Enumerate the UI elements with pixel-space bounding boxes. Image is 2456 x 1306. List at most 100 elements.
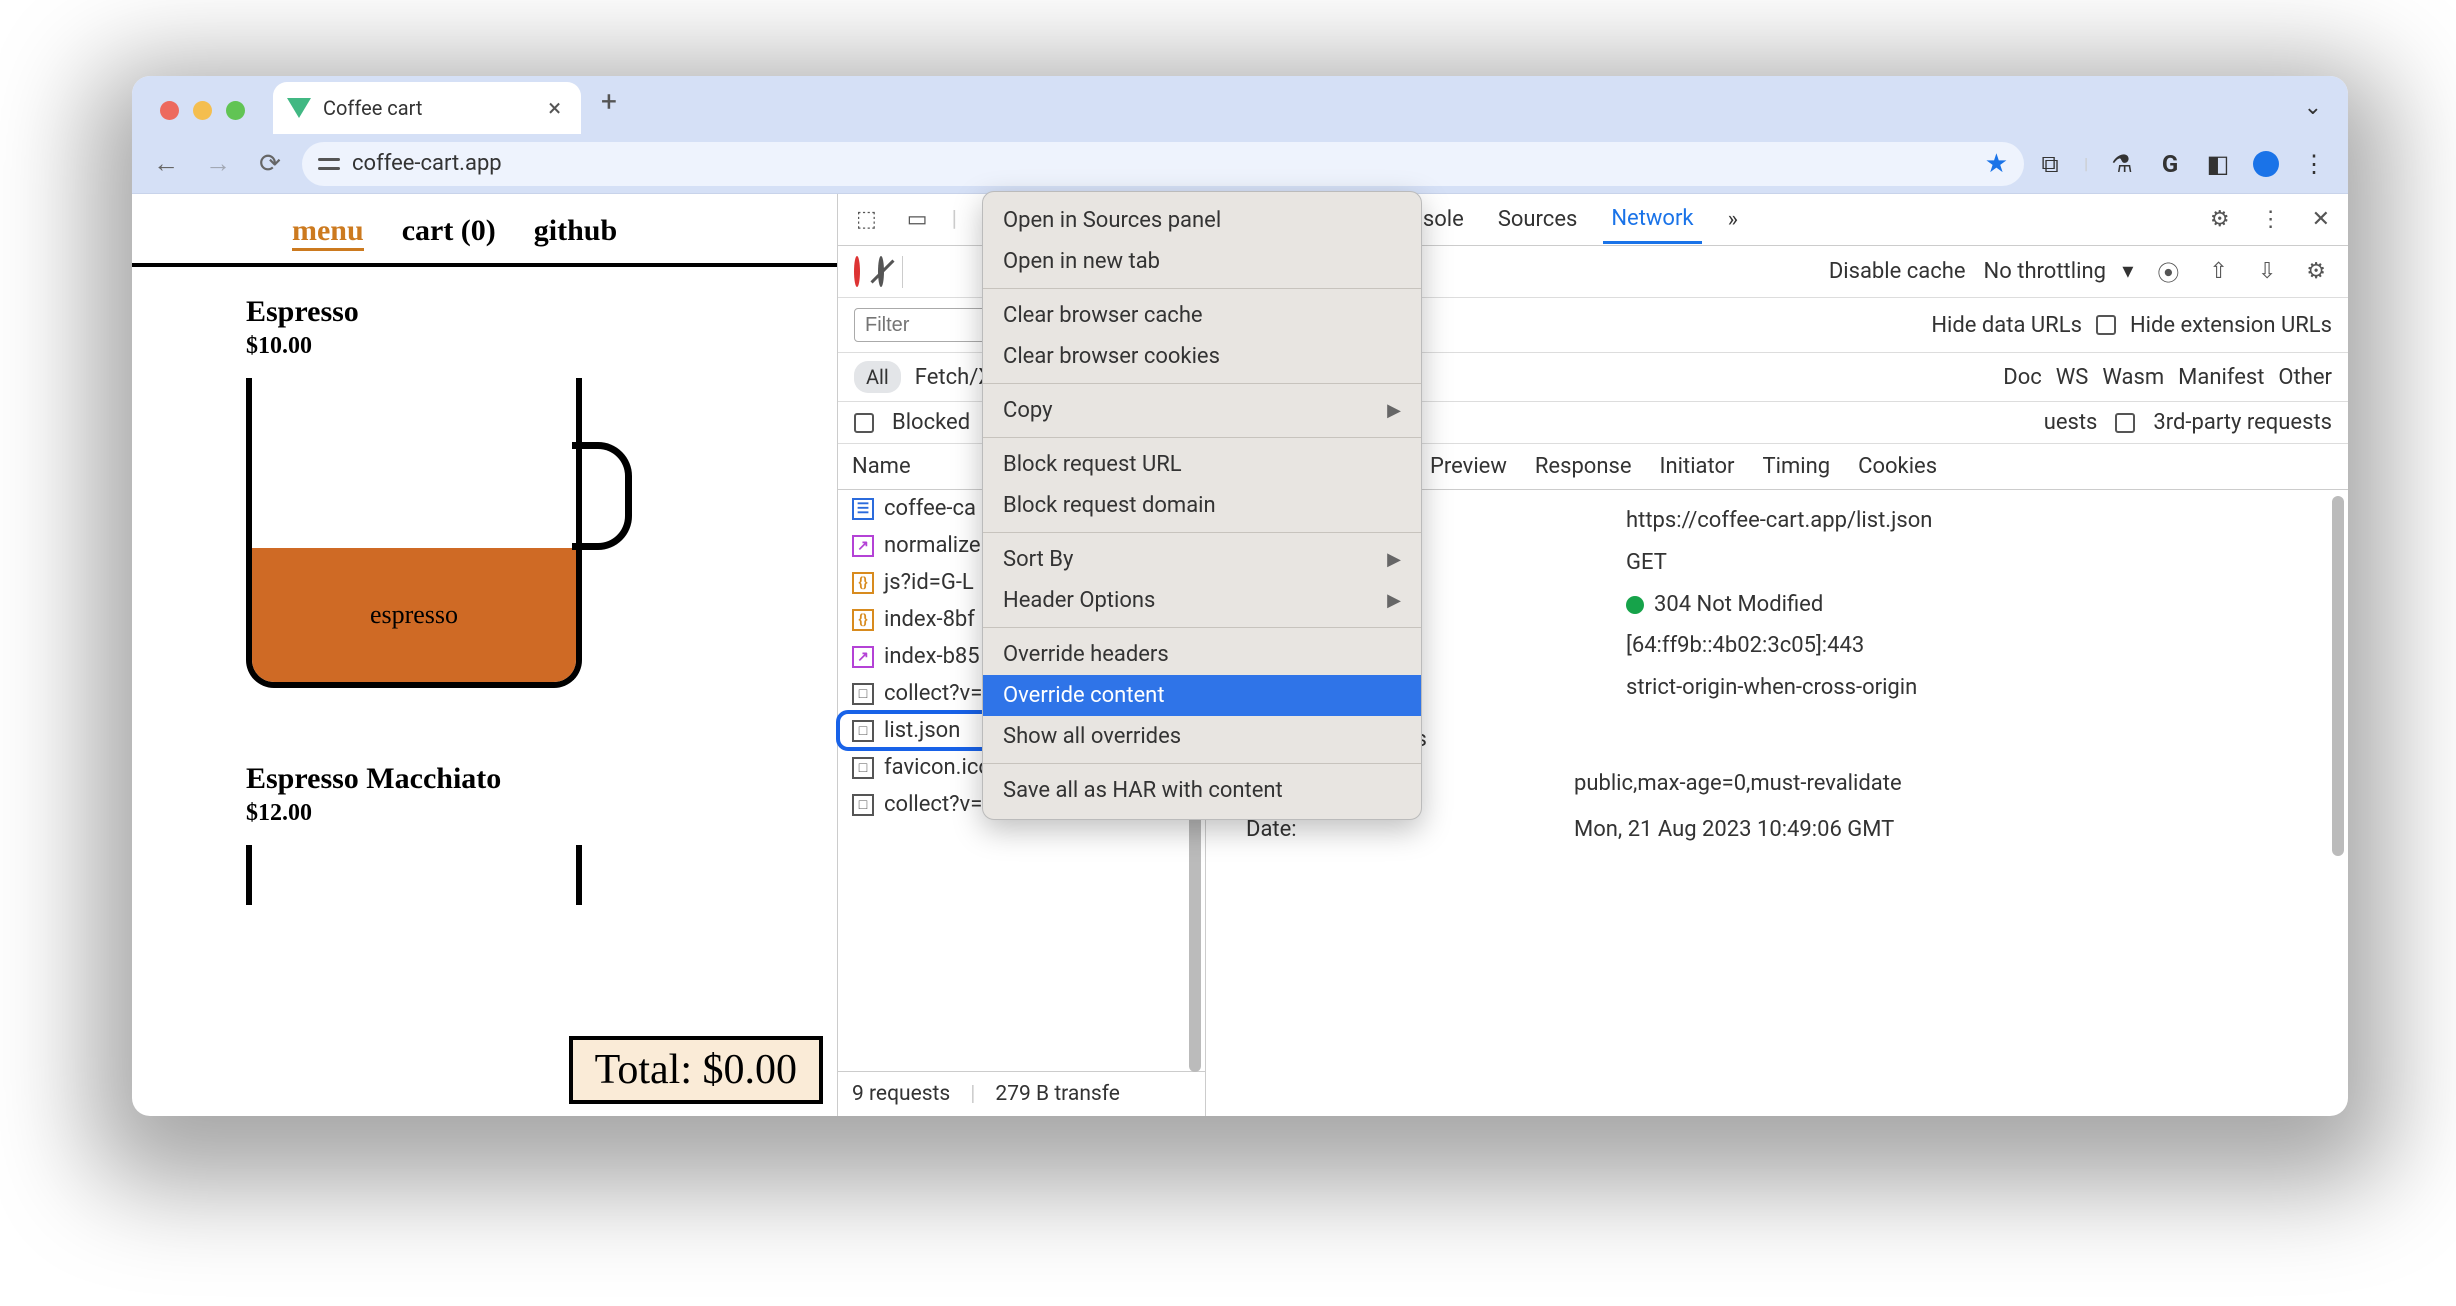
ctx-open-sources[interactable]: Open in Sources panel xyxy=(983,200,1421,241)
ctx-override-headers[interactable]: Override headers xyxy=(983,634,1421,675)
third-party-label[interactable]: 3rd-party requests xyxy=(2153,410,2332,435)
ctx-clear-cookies[interactable]: Clear browser cookies xyxy=(983,336,1421,377)
cart-total[interactable]: Total: $0.00 xyxy=(569,1036,823,1104)
browser-tab[interactable]: Coffee cart × xyxy=(273,82,581,134)
filter-fetch[interactable]: Fetch/X xyxy=(915,365,992,390)
tab-title: Coffee cart xyxy=(323,96,422,120)
reload-button[interactable]: ⟳ xyxy=(250,144,290,184)
devtools-settings-icon[interactable]: ⚙ xyxy=(2204,203,2236,236)
filter-ws[interactable]: WS xyxy=(2056,365,2089,390)
filter-doc[interactable]: Doc xyxy=(2003,365,2042,390)
tab-timing[interactable]: Timing xyxy=(1763,454,1831,479)
chevron-down-icon: ⌄ xyxy=(2304,95,2322,120)
ctx-sort-by-submenu[interactable]: Sort By▶ xyxy=(983,539,1421,580)
url-field[interactable]: coffee-cart.app ★ xyxy=(302,142,2024,186)
general-url: https://coffee-cart.app/list.json xyxy=(1626,500,2328,542)
product-name: Espresso Macchiato xyxy=(246,762,837,796)
third-party-checkbox[interactable] xyxy=(2115,413,2135,433)
bookmark-star-icon[interactable]: ★ xyxy=(1985,149,2008,179)
window-controls xyxy=(132,101,273,134)
disable-cache-label[interactable]: Disable cache xyxy=(1829,259,1966,284)
site-settings-icon[interactable] xyxy=(318,153,340,175)
ctx-block-url[interactable]: Block request URL xyxy=(983,444,1421,485)
ctx-header-options-submenu[interactable]: Header Options▶ xyxy=(983,580,1421,621)
webpage: menu cart (0) github Espresso $10.00 esp… xyxy=(132,194,838,1116)
tab-initiator[interactable]: Initiator xyxy=(1660,454,1735,479)
ctx-clear-cache[interactable]: Clear browser cache xyxy=(983,295,1421,336)
tabbar-overflow[interactable]: ⌄ xyxy=(2278,95,2348,134)
script-icon: {} xyxy=(852,572,874,594)
record-button[interactable] xyxy=(854,259,860,284)
summary-requests: 9 requests xyxy=(852,1082,950,1106)
general-status: 304 Not Modified xyxy=(1654,592,1823,617)
experiments-icon[interactable]: ⚗ xyxy=(2108,150,2136,178)
nav-menu[interactable]: menu xyxy=(292,214,364,251)
import-har-icon[interactable]: ⇧ xyxy=(2203,255,2233,288)
ctx-block-domain[interactable]: Block request domain xyxy=(983,485,1421,526)
nav-cart[interactable]: cart (0) xyxy=(402,214,496,251)
filter-other[interactable]: Other xyxy=(2278,365,2332,390)
product-price: $10.00 xyxy=(246,333,837,360)
tab-preview[interactable]: Preview xyxy=(1430,454,1507,479)
coffee-cup-graphic[interactable]: espresso xyxy=(246,378,628,706)
stylesheet-icon: ↗ xyxy=(852,535,874,557)
product-price: $12.00 xyxy=(246,800,837,827)
export-har-icon[interactable]: ⇩ xyxy=(2252,255,2282,288)
devtools-close-button[interactable]: ✕ xyxy=(2306,203,2336,236)
hide-data-urls-label[interactable]: Hide data URLs xyxy=(1931,313,2082,338)
other-file-icon: □ xyxy=(852,757,874,779)
panel-more-button[interactable]: » xyxy=(1720,197,1746,242)
filter-wasm[interactable]: Wasm xyxy=(2102,365,2164,390)
hide-ext-urls-checkbox[interactable] xyxy=(2096,315,2116,335)
site-nav: menu cart (0) github xyxy=(132,194,837,267)
profile-avatar[interactable] xyxy=(2252,150,2280,178)
vue-icon xyxy=(287,98,311,118)
fullscreen-window-button[interactable] xyxy=(226,101,245,120)
stylesheet-icon: ↗ xyxy=(852,646,874,668)
close-tab-button[interactable]: × xyxy=(542,94,567,122)
panel-network[interactable]: Network xyxy=(1603,196,1701,244)
panel-console-partial[interactable]: sole xyxy=(1415,197,1472,242)
tab-cookies[interactable]: Cookies xyxy=(1858,454,1937,479)
panel-sources[interactable]: Sources xyxy=(1490,197,1586,242)
ctx-open-new-tab[interactable]: Open in new tab xyxy=(983,241,1421,282)
filter-all[interactable]: All xyxy=(854,361,901,393)
device-toolbar-icon[interactable]: ▭ xyxy=(901,203,934,236)
nav-github[interactable]: github xyxy=(534,214,617,251)
extensions-icon[interactable]: ⧉ xyxy=(2036,150,2064,178)
hide-ext-urls-label[interactable]: Hide extension URLs xyxy=(2130,313,2332,338)
ctx-save-har[interactable]: Save all as HAR with content xyxy=(983,770,1421,811)
blocked-label[interactable]: Blocked xyxy=(892,410,970,435)
new-tab-button[interactable]: + xyxy=(581,76,637,134)
google-icon[interactable]: G xyxy=(2156,150,2184,178)
minimize-window-button[interactable] xyxy=(193,101,212,120)
browser-menu-button[interactable]: ⋮ xyxy=(2300,150,2328,178)
devtools: ⬚ ▭ | sole Sources Network » ⚙ ⋮ ✕ Disab… xyxy=(838,194,2348,1116)
clear-button[interactable] xyxy=(878,259,884,284)
cup-fill-label: espresso xyxy=(252,548,576,682)
throttling-select[interactable]: No throttling ▾ xyxy=(1984,259,2134,284)
back-button[interactable]: ← xyxy=(146,144,186,184)
ctx-show-overrides[interactable]: Show all overrides xyxy=(983,716,1421,757)
tab-strip: Coffee cart × + ⌄ xyxy=(132,76,2348,134)
close-window-button[interactable] xyxy=(160,101,179,120)
browser-window: Coffee cart × + ⌄ ← → ⟳ coffee-cart.app … xyxy=(132,76,2348,1116)
request-summary: 9 requests | 279 B transfe xyxy=(838,1071,1205,1116)
content-area: menu cart (0) github Espresso $10.00 esp… xyxy=(132,194,2348,1116)
inspect-element-icon[interactable]: ⬚ xyxy=(850,203,883,236)
side-panel-icon[interactable]: ◧ xyxy=(2204,150,2232,178)
scrollbar[interactable] xyxy=(2332,496,2344,856)
network-conditions-icon[interactable]: ⦿ xyxy=(2151,252,2185,292)
devtools-menu-button[interactable]: ⋮ xyxy=(2254,203,2288,236)
forward-button[interactable]: → xyxy=(198,144,238,184)
summary-transfer: 279 B transfe xyxy=(995,1082,1120,1106)
filter-manifest[interactable]: Manifest xyxy=(2178,365,2264,390)
product-name: Espresso xyxy=(246,295,837,329)
tab-response[interactable]: Response xyxy=(1535,454,1632,479)
status-ok-icon xyxy=(1626,596,1644,614)
ctx-copy-submenu[interactable]: Copy▶ xyxy=(983,390,1421,431)
ctx-override-content[interactable]: Override content xyxy=(983,675,1421,716)
blocked-checkbox[interactable] xyxy=(854,413,874,433)
network-settings-icon[interactable]: ⚙ xyxy=(2300,255,2332,288)
document-icon: ☰ xyxy=(852,498,874,520)
